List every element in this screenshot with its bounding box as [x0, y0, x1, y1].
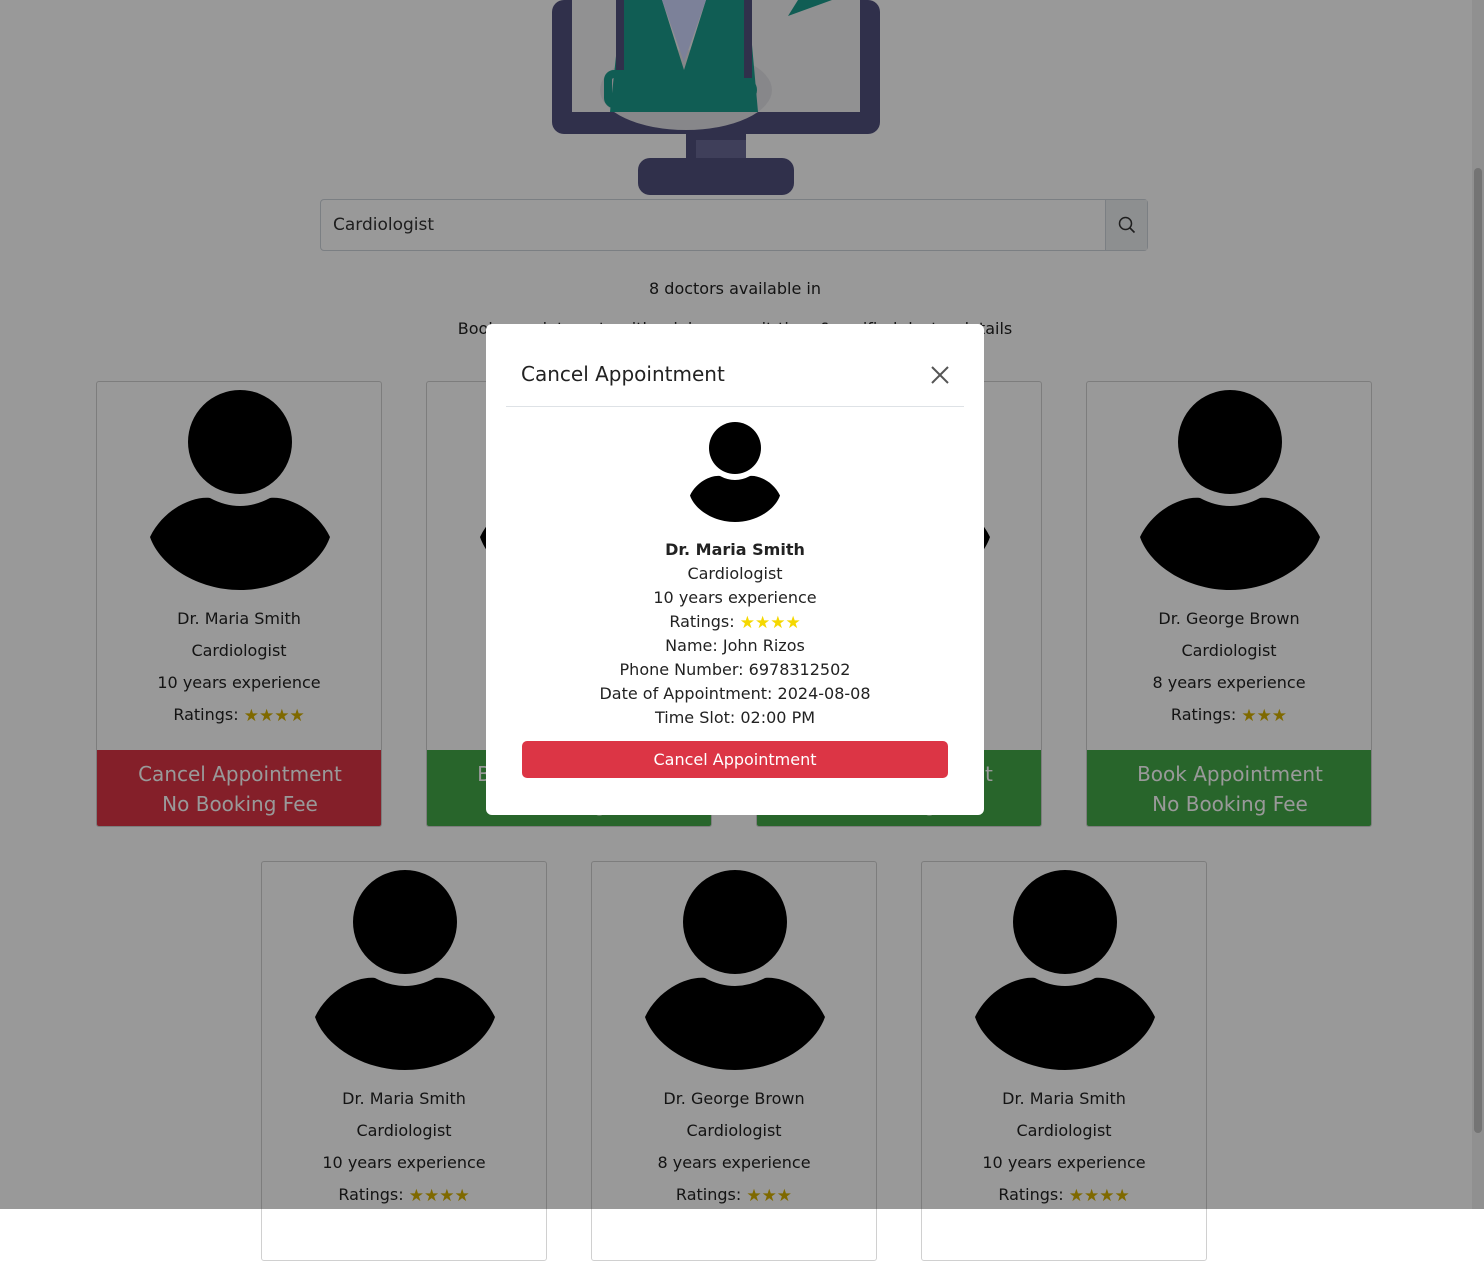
modal-patient-name: Name: John Rizos: [665, 636, 805, 655]
modal-divider: [506, 406, 964, 407]
modal-ratings: Ratings: ★★★★: [486, 612, 984, 633]
modal-title: Cancel Appointment: [521, 362, 725, 386]
modal-experience: 10 years experience: [653, 588, 817, 607]
page: 8 doctors available in Book appointments…: [0, 0, 1484, 1261]
ratings-label: Ratings:: [669, 612, 735, 631]
cancel-appointment-button[interactable]: Cancel Appointment: [522, 741, 948, 778]
modal-doctor-name: Dr. Maria Smith: [665, 540, 805, 559]
modal-phone: Phone Number: 6978312502: [619, 660, 851, 679]
cancel-appointment-modal: Cancel Appointment Dr. Maria Smith Cardi…: [486, 324, 984, 815]
user-avatar-icon: [690, 422, 780, 522]
modal-specialty: Cardiologist: [687, 564, 783, 583]
modal-time-slot: Time Slot: 02:00 PM: [654, 708, 816, 727]
star-icon: ★★★★: [739, 613, 801, 633]
modal-date: Date of Appointment: 2024-08-08: [599, 684, 871, 703]
close-icon[interactable]: [930, 365, 950, 385]
